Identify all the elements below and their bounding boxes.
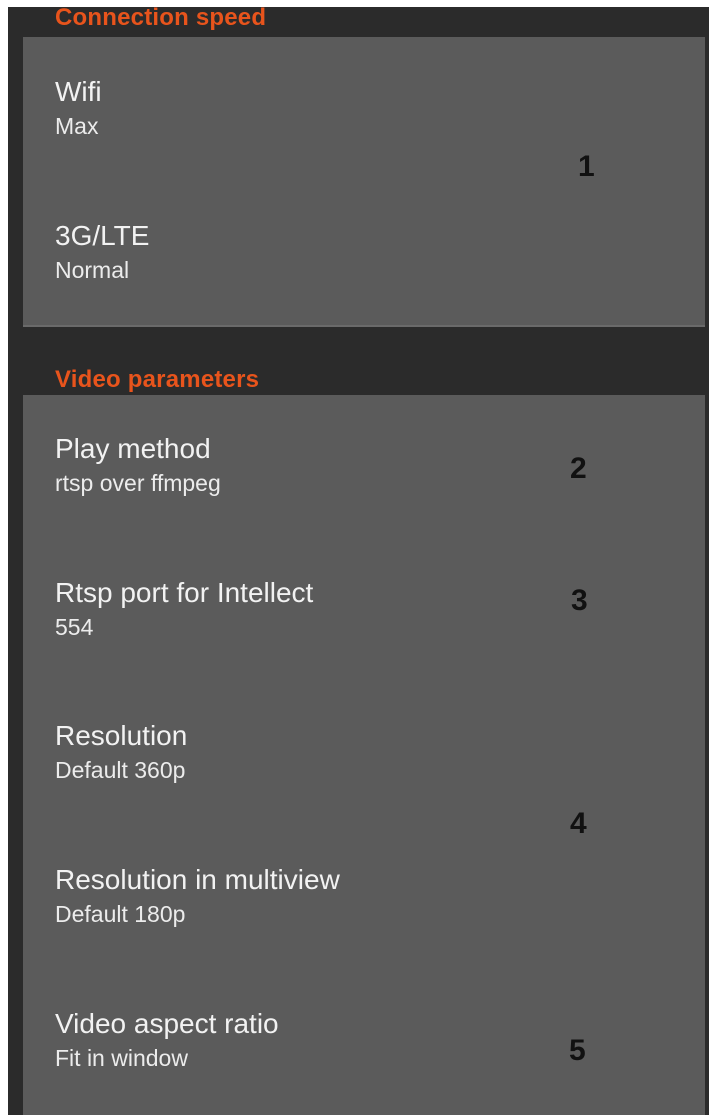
setting-rtsp-port[interactable]: Rtsp port for Intellect 554 bbox=[55, 576, 313, 642]
setting-title: Rtsp port for Intellect bbox=[55, 577, 314, 608]
setting-wifi[interactable]: Wifi Max bbox=[55, 75, 102, 141]
video-parameters-panel: Play method rtsp over ffmpeg Rtsp port f… bbox=[23, 395, 705, 1115]
setting-title: Resolution bbox=[55, 720, 188, 751]
setting-title: 3G/LTE bbox=[55, 220, 150, 251]
setting-title: Play method bbox=[55, 433, 211, 464]
setting-value: Normal bbox=[55, 257, 130, 283]
setting-resolution-multiview[interactable]: Resolution in multiview Default 180p bbox=[55, 863, 340, 929]
section-header-connection-speed: Connection speed bbox=[55, 7, 267, 31]
setting-value: Max bbox=[55, 113, 99, 139]
setting-play-method[interactable]: Play method rtsp over ffmpeg bbox=[55, 432, 221, 498]
setting-value: Default 180p bbox=[55, 901, 186, 927]
setting-value: rtsp over ffmpeg bbox=[55, 470, 221, 496]
callout-marker-5: 5 bbox=[569, 1034, 586, 1067]
setting-resolution[interactable]: Resolution Default 360p bbox=[55, 719, 187, 785]
setting-title: Video aspect ratio bbox=[55, 1008, 279, 1039]
setting-title: Resolution in multiview bbox=[55, 864, 340, 895]
setting-value: 554 bbox=[55, 614, 94, 640]
settings-screen: Connection speed Wifi Max 3G/LTE Normal … bbox=[8, 7, 709, 1115]
callout-marker-4: 4 bbox=[570, 807, 587, 840]
connection-speed-panel: Wifi Max 3G/LTE Normal bbox=[23, 37, 705, 327]
setting-video-aspect-ratio[interactable]: Video aspect ratio Fit in window bbox=[55, 1007, 279, 1073]
setting-title: Wifi bbox=[55, 76, 102, 107]
callout-marker-3: 3 bbox=[571, 584, 588, 617]
setting-3g-lte[interactable]: 3G/LTE Normal bbox=[55, 219, 149, 285]
callout-marker-2: 2 bbox=[570, 452, 587, 485]
section-header-video-parameters: Video parameters bbox=[55, 366, 260, 393]
setting-value: Fit in window bbox=[55, 1045, 188, 1071]
setting-value: Default 360p bbox=[55, 757, 186, 783]
callout-marker-1: 1 bbox=[578, 150, 595, 183]
